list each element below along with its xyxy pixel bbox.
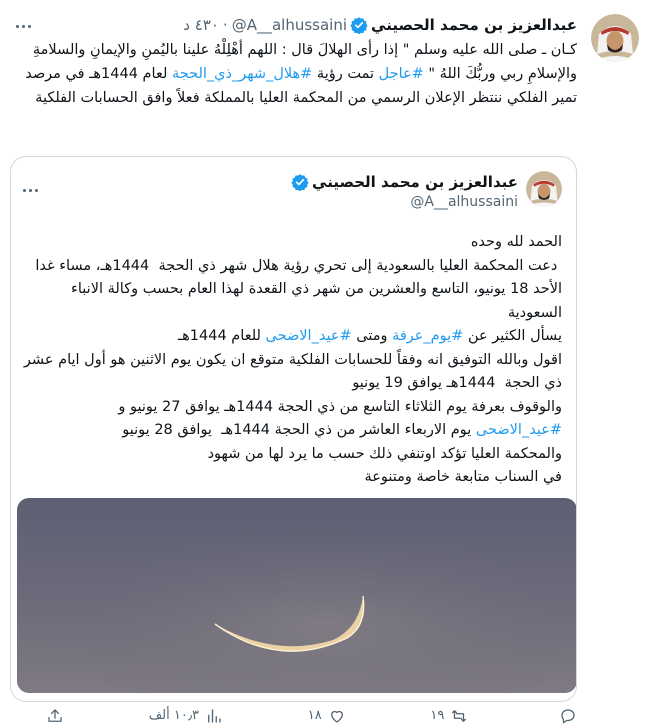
views-button[interactable]: ١٠٫٣ ألف bbox=[149, 707, 223, 725]
share-icon bbox=[48, 708, 62, 722]
quote-line: والمحكمة العليا تؤكد اوتنفي ذلك حسب ما ي… bbox=[207, 445, 562, 462]
quote-author-handle[interactable]: @A__alhussaini bbox=[410, 194, 518, 210]
quote-line: دعت المحكمة العليا بالسعودية إلى تحري رؤ… bbox=[30, 257, 562, 321]
quote-line: في السناب متابعة خاصة ومتنوعة bbox=[364, 469, 562, 485]
quote-line: للعام 1444هـ bbox=[177, 328, 266, 344]
quote-line: اقول وبالله التوفيق انه وفقاً للحسابات ا… bbox=[19, 351, 562, 392]
retweet-button[interactable]: ١٩ bbox=[430, 707, 468, 725]
tweet-actions: ١٩ ١٨ ١٠٫٣ ألف bbox=[40, 704, 577, 727]
quoted-tweet[interactable]: عبدالعزيز بن محمد الحصيني @A__alhussaini… bbox=[10, 156, 577, 702]
hashtag-link[interactable]: #عيد_الاضحى bbox=[266, 328, 352, 344]
separator-dot: · bbox=[222, 16, 228, 34]
verified-badge-icon bbox=[350, 17, 368, 34]
more-options-icon[interactable] bbox=[14, 16, 36, 30]
hashtag-link[interactable]: #يوم_عرفة bbox=[392, 328, 463, 344]
quote-author-row: عبدالعزيز بن محمد الحصيني bbox=[288, 173, 518, 191]
quote-line: يوم الاربعاء العاشر من ذي الحجة 1444هـ ي… bbox=[122, 422, 476, 438]
quote-line: الحمد لله وحده bbox=[470, 234, 562, 250]
like-button[interactable]: ١٨ bbox=[308, 707, 346, 725]
verified-badge-icon bbox=[291, 174, 309, 191]
tweet-time[interactable]: ٤٣٠ د bbox=[183, 16, 219, 34]
views-chart-icon bbox=[208, 708, 221, 723]
quote-author-avatar[interactable] bbox=[526, 171, 562, 207]
tweet-text-segment: تمت رؤية bbox=[312, 66, 379, 82]
hashtag-link[interactable]: #هلال_شهر_ذي_الحجة bbox=[172, 66, 312, 82]
share-button[interactable] bbox=[40, 707, 64, 725]
quote-line: والوقوف بعرفة يوم الثلاثاء التاسع من ذي … bbox=[113, 398, 562, 415]
heart-icon bbox=[330, 710, 343, 723]
tweet-header: عبدالعزيز بن محمد الحصيني @A__alhussaini… bbox=[16, 14, 577, 36]
reply-button[interactable] bbox=[553, 707, 577, 725]
quote-line: يسأل الكثير عن bbox=[463, 328, 562, 344]
quote-author-name[interactable]: عبدالعزيز بن محمد الحصيني bbox=[312, 173, 518, 191]
like-count: ١٨ bbox=[307, 708, 322, 723]
views-count: ١٠٫٣ ألف bbox=[148, 708, 200, 723]
reply-icon bbox=[561, 708, 575, 723]
author-name[interactable]: عبدالعزيز بن محمد الحصيني bbox=[371, 16, 577, 34]
retweet-count: ١٩ bbox=[430, 708, 445, 723]
author-avatar[interactable] bbox=[591, 14, 639, 62]
crescent-moon-photo[interactable] bbox=[17, 498, 577, 693]
quote-more-options-icon[interactable] bbox=[21, 177, 39, 196]
author-handle[interactable]: @A__alhussaini bbox=[232, 16, 347, 34]
hashtag-link[interactable]: #عيد_الاضحى bbox=[476, 422, 562, 438]
avatar-image bbox=[591, 14, 639, 62]
hashtag-link[interactable]: #عاجل bbox=[379, 66, 424, 82]
tweet-text: كـان ـ صلى الله عليه وسلم " إذا رأى الهل… bbox=[14, 38, 577, 110]
retweet-icon bbox=[452, 709, 467, 722]
quote-line: ومتى bbox=[351, 328, 393, 344]
quote-text: الحمد لله وحده دعت المحكمة العليا بالسعو… bbox=[17, 231, 562, 490]
